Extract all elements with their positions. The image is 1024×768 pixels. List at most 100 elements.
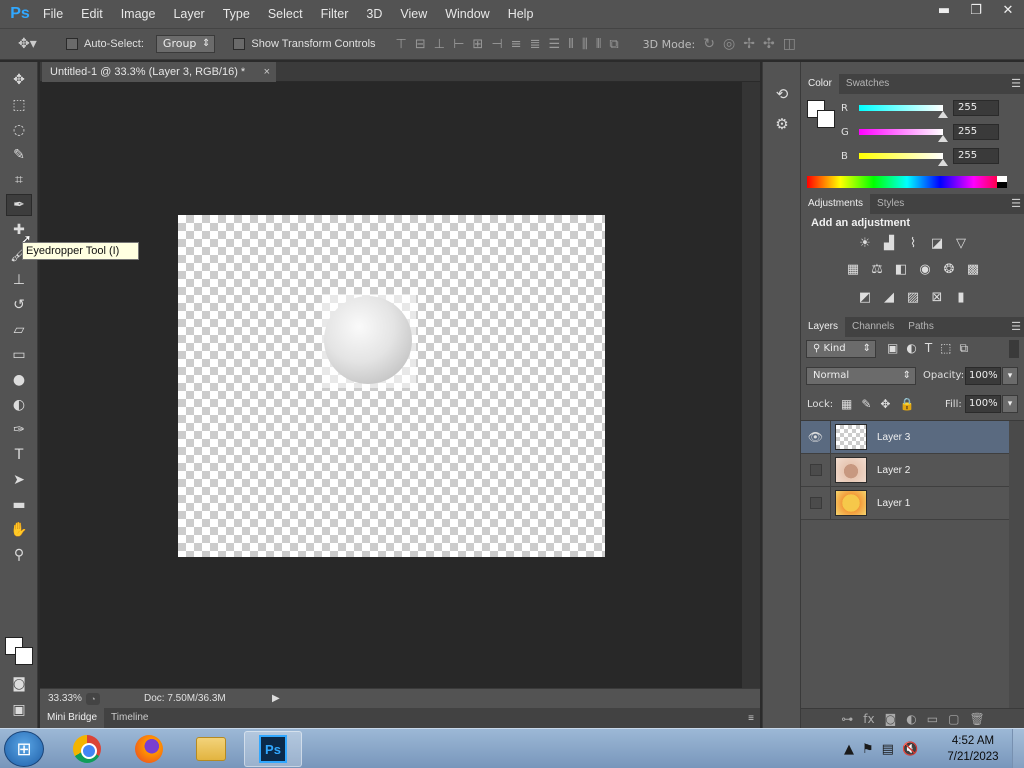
hue-saturation-icon[interactable]: ▦ (844, 260, 862, 278)
status-info-icon[interactable]: ◔ (86, 692, 100, 705)
color-spectrum-bw[interactable] (997, 176, 1007, 188)
type-tool-icon[interactable]: T (6, 444, 32, 466)
align-bottom-icon[interactable]: ⊥ (434, 37, 445, 52)
opacity-dropdown-icon[interactable]: ▾ (1002, 367, 1018, 385)
align-vcenter-icon[interactable]: ⊟ (415, 37, 426, 52)
menu-window[interactable]: Window (436, 0, 498, 28)
tab-swatches[interactable]: Swatches (839, 74, 896, 94)
eraser-tool-icon[interactable]: ▱ (6, 319, 32, 341)
bottom-panel-menu-icon[interactable]: ≡ (748, 713, 754, 724)
blue-slider-thumb[interactable] (938, 159, 948, 166)
green-value-input[interactable]: 255 (953, 124, 999, 140)
rectangle-tool-icon[interactable]: ▬ (6, 494, 32, 516)
menu-image[interactable]: Image (112, 0, 165, 28)
quick-select-tool-icon[interactable]: ✎ (6, 144, 32, 166)
color-balance-icon[interactable]: ⚖ (868, 260, 886, 278)
taskbar-firefox[interactable] (120, 731, 178, 767)
fill-input[interactable]: 100% (965, 395, 1001, 413)
layer-visibility-box[interactable] (809, 464, 822, 476)
align-left-icon[interactable]: ⊢ (453, 37, 464, 52)
taskbar-photoshop[interactable]: Ps (244, 731, 302, 767)
layers-scrollbar[interactable] (1009, 421, 1024, 708)
distribute-right-icon[interactable]: ⫴ (596, 37, 601, 52)
canvas-workspace[interactable] (40, 82, 742, 688)
gradient-map-icon[interactable]: ▮ (952, 288, 970, 306)
tray-expand-icon[interactable]: ▲ (844, 742, 854, 757)
screen-mode-icon[interactable]: ▣ (6, 699, 32, 721)
network-icon[interactable]: ▤ (882, 742, 894, 757)
dodge-tool-icon[interactable]: ◐ (6, 394, 32, 416)
distribute-top-icon[interactable]: ≡ (511, 37, 522, 52)
document-canvas[interactable] (178, 215, 605, 557)
channel-mixer-icon[interactable]: ❂ (940, 260, 958, 278)
blur-tool-icon[interactable]: ● (6, 369, 32, 391)
system-clock[interactable]: 4:52 AM 7/21/2023 (942, 733, 1004, 765)
align-right-icon[interactable]: ⊣ (491, 37, 502, 52)
menu-help[interactable]: Help (499, 0, 543, 28)
move-tool-icon[interactable]: ✥ (6, 69, 32, 91)
3d-scale-icon[interactable]: ◫ (783, 36, 796, 52)
brightness-contrast-icon[interactable]: ☀ (856, 234, 874, 252)
tab-mini-bridge[interactable]: Mini Bridge (40, 708, 105, 728)
lock-position-icon[interactable]: ✥ (880, 397, 890, 411)
add-mask-icon[interactable]: ◙ (885, 712, 897, 726)
photo-filter-icon[interactable]: ◉ (916, 260, 934, 278)
new-group-icon[interactable]: ▭ (927, 712, 938, 726)
blue-slider[interactable] (859, 153, 948, 166)
quick-mask-icon[interactable]: ◙ (6, 673, 32, 695)
taskbar-chrome[interactable] (58, 731, 116, 767)
show-transform-checkbox[interactable] (233, 38, 246, 50)
document-tab[interactable]: Untitled-1 @ 33.3% (Layer 3, RGB/16) * × (42, 62, 276, 82)
tab-styles[interactable]: Styles (870, 194, 911, 214)
layers-panel-menu-icon[interactable]: ☰ (1011, 317, 1021, 337)
layer-row[interactable]: Layer 1 (801, 486, 1009, 520)
filter-shape-icon[interactable]: ⬚ (940, 341, 951, 356)
canvas-vertical-scrollbar[interactable] (742, 82, 760, 688)
menu-select[interactable]: Select (259, 0, 312, 28)
color-spectrum-bar[interactable] (807, 176, 1007, 188)
layer-filter-kind-select[interactable]: ⚲ Kind ⇕ (806, 340, 876, 358)
adjustments-panel-menu-icon[interactable]: ☰ (1011, 194, 1021, 214)
fill-dropdown-icon[interactable]: ▾ (1002, 395, 1018, 413)
blend-mode-select[interactable]: Normal ⇕ (806, 367, 916, 385)
tab-paths[interactable]: Paths (901, 317, 941, 337)
auto-select-target-select[interactable]: Group (155, 35, 216, 53)
vibrance-icon[interactable]: ▽ (952, 234, 970, 252)
crop-tool-icon[interactable]: ⌗ (6, 169, 32, 191)
pen-tool-icon[interactable]: ✑ (6, 419, 32, 441)
document-tab-close-icon[interactable]: × (264, 62, 270, 82)
hand-tool-icon[interactable]: ✋ (6, 519, 32, 541)
start-button[interactable]: ⊞ (4, 731, 44, 767)
layer-visibility-box[interactable] (809, 497, 822, 509)
background-color-swatch[interactable] (15, 647, 33, 665)
green-slider[interactable] (859, 129, 948, 142)
layer-name[interactable]: Layer 2 (877, 465, 910, 476)
layer-name[interactable]: Layer 1 (877, 498, 910, 509)
filter-adjustment-icon[interactable]: ◐ (906, 341, 916, 356)
threshold-icon[interactable]: ▨ (904, 288, 922, 306)
levels-icon[interactable]: ▟ (880, 234, 898, 252)
menu-file[interactable]: File (34, 0, 72, 28)
red-slider[interactable] (859, 105, 948, 118)
properties-panel-icon[interactable]: ⚙ (769, 112, 795, 136)
link-layers-icon[interactable]: ⊶ (841, 712, 853, 726)
auto-select-checkbox[interactable] (66, 38, 78, 50)
status-menu-arrow-icon[interactable]: ▶ (272, 693, 280, 704)
lock-all-icon[interactable]: 🔒 (899, 397, 914, 411)
history-panel-icon[interactable]: ⟲ (769, 82, 795, 106)
tab-layers[interactable]: Layers (801, 317, 846, 337)
exposure-icon[interactable]: ◪ (928, 234, 946, 252)
3d-slide-icon[interactable]: ✣ (763, 36, 775, 52)
gradient-tool-icon[interactable]: ▭ (6, 344, 32, 366)
3d-roll-icon[interactable]: ◎ (723, 36, 735, 52)
delete-layer-icon[interactable]: 🗑 (969, 712, 984, 726)
layer-row[interactable]: 👁 Layer 3 (801, 420, 1009, 454)
new-layer-icon[interactable]: ▢ (948, 712, 959, 726)
red-slider-thumb[interactable] (938, 111, 948, 118)
layer-visibility-toggle[interactable] (801, 453, 831, 487)
layer-row[interactable]: Layer 2 (801, 453, 1009, 487)
move-tool-preset-icon[interactable]: ✥▾ (18, 31, 58, 57)
menu-edit[interactable]: Edit (72, 0, 112, 28)
new-adjustment-icon[interactable]: ◐ (906, 712, 916, 726)
3d-pan-icon[interactable]: ✢ (743, 36, 755, 52)
